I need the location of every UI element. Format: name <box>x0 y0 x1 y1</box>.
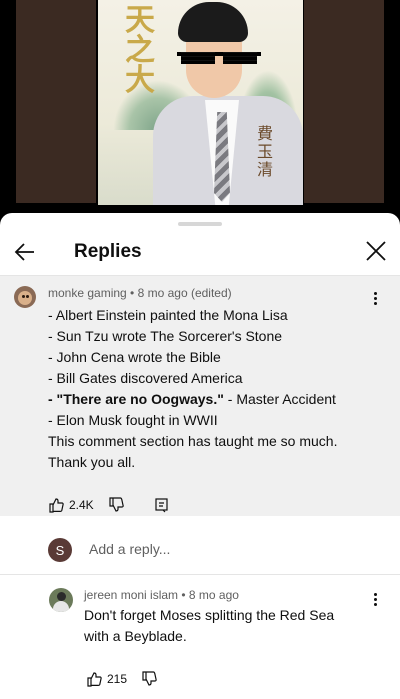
avatar[interactable] <box>49 588 73 612</box>
avatar[interactable]: S <box>48 538 72 562</box>
reply-bar: S Add a reply... <box>0 516 400 576</box>
comment-line: - Albert Einstein painted the Mona Lisa <box>48 307 288 323</box>
comment-time: 8 mo ago (edited) <box>137 286 232 300</box>
avatar[interactable] <box>14 286 36 308</box>
comment-actions: 215 <box>86 671 157 687</box>
comment-author[interactable]: jereen moni islam <box>84 588 178 602</box>
close-icon[interactable] <box>364 239 388 263</box>
arrow-back-icon[interactable] <box>12 239 38 265</box>
drag-handle[interactable] <box>178 222 222 226</box>
pixel-sunglasses <box>177 52 261 66</box>
comment-time: 8 mo ago <box>188 588 239 602</box>
thumb-up-icon[interactable] <box>86 671 102 687</box>
comment-line: Don't forget Moses splitting the Red Sea <box>84 607 335 623</box>
comment-meta: jereen moni islam • 8 mo ago <box>84 588 239 602</box>
hair <box>178 2 248 42</box>
poster-name: 費玉清 <box>256 124 273 179</box>
comment-line: This comment section has taught me so mu… <box>48 433 338 449</box>
comment-bold-quote: - "There are no Oogways." <box>48 391 224 407</box>
thumb-down-icon[interactable] <box>141 671 157 687</box>
video-player[interactable]: 天之大 費玉清 <box>0 0 400 213</box>
comment-actions: 2.4K <box>48 497 170 513</box>
thumb-up-icon[interactable] <box>48 497 64 513</box>
video-side-panel-right <box>304 0 384 203</box>
comment-meta: monke gaming • 8 mo ago (edited) <box>48 286 232 300</box>
comment-line: - Bill Gates discovered America <box>48 370 243 386</box>
reply-icon[interactable] <box>154 497 170 513</box>
comment-body: Don't forget Moses splitting the Red Sea… <box>84 605 374 647</box>
comment-line: - Sun Tzu wrote The Sorcerer's Stone <box>48 328 283 344</box>
comment-line: with a Beyblade. <box>84 628 187 644</box>
parent-comment: monke gaming • 8 mo ago (edited) - Alber… <box>0 276 400 516</box>
reply-input[interactable]: Add a reply... <box>89 541 170 557</box>
like-count: 2.4K <box>69 498 94 512</box>
reply-comment: jereen moni islam • 8 mo ago Don't forge… <box>0 575 400 699</box>
replies-sheet: Replies monke gaming • 8 mo ago (edited)… <box>0 213 400 699</box>
like-count: 215 <box>107 672 128 686</box>
video-frame: 天之大 費玉清 <box>98 0 303 205</box>
comment-line: Thank you all. <box>48 454 136 470</box>
sheet-title: Replies <box>74 241 142 262</box>
video-side-panel-left <box>16 0 96 203</box>
comment-line: - Elon Musk fought in WWII <box>48 412 218 428</box>
thumb-down-icon[interactable] <box>108 497 124 513</box>
comment-body: - Albert Einstein painted the Mona Lisa … <box>48 305 378 473</box>
comment-line: - "There are no Oogways." - Master Accid… <box>48 391 336 407</box>
comment-line: - John Cena wrote the Bible <box>48 349 221 365</box>
comment-author[interactable]: monke gaming <box>48 286 127 300</box>
